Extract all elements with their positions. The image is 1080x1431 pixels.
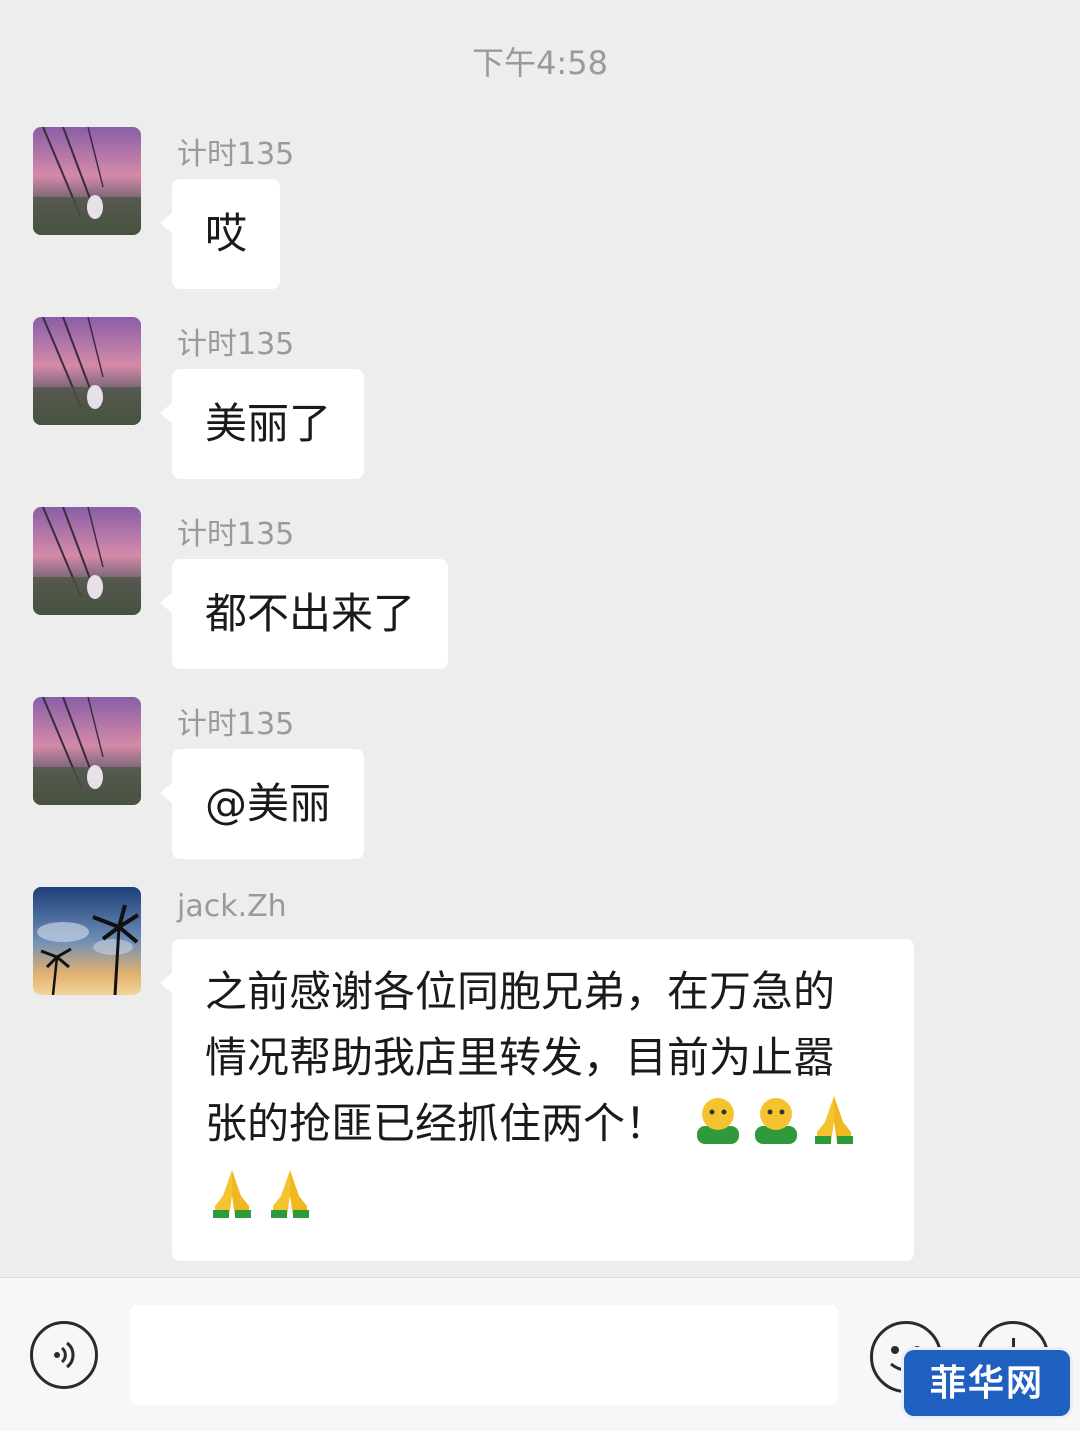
sunset-swing-avatar[interactable] [33, 127, 141, 235]
palm-tree-avatar[interactable] [33, 887, 141, 995]
message-line: 情况帮助我店里转发，目前为止嚣 [205, 1033, 836, 1082]
message-bubble[interactable]: 之前感谢各位同胞兄弟，在万急的 情况帮助我店里转发，目前为止嚣 张的抢匪已经抓住… [160, 939, 914, 1261]
sunset-swing-avatar[interactable] [33, 507, 141, 615]
message-input[interactable] [130, 1305, 838, 1405]
message-emoji-line [205, 1165, 881, 1239]
sender-name: 计时135 [177, 137, 295, 172]
pray-emoji [807, 1092, 861, 1165]
message-line-with-emoji: 张的抢匪已经抓住两个！ [205, 1091, 881, 1165]
sender-name: 计时135 [177, 707, 295, 742]
grin-emoji [749, 1092, 803, 1165]
message-bubble[interactable]: 都不出来了 [159, 559, 449, 669]
grin-emoji [691, 1092, 745, 1165]
sender-name: 计时135 [177, 327, 295, 362]
voice-icon[interactable] [30, 1321, 98, 1389]
message-bubble[interactable]: 美丽了 [159, 369, 365, 479]
watermark-logo: 菲华网 [904, 1350, 1070, 1416]
message-bubble[interactable]: 哎 [159, 179, 281, 289]
message-line: 之前感谢各位同胞兄弟，在万急的 [205, 967, 836, 1016]
pray-emoji [205, 1166, 259, 1239]
chat-timestamp: 下午4:58 [472, 44, 608, 82]
message-bubble[interactable]: @美丽 [159, 749, 365, 859]
sunset-swing-avatar[interactable] [33, 317, 141, 425]
sunset-swing-avatar[interactable] [33, 697, 141, 805]
sender-name: jack.Zh [177, 889, 287, 924]
sender-name: 计时135 [177, 517, 295, 552]
pray-emoji [263, 1166, 317, 1239]
message-text: 张的抢匪已经抓住两个！ [205, 1099, 668, 1148]
